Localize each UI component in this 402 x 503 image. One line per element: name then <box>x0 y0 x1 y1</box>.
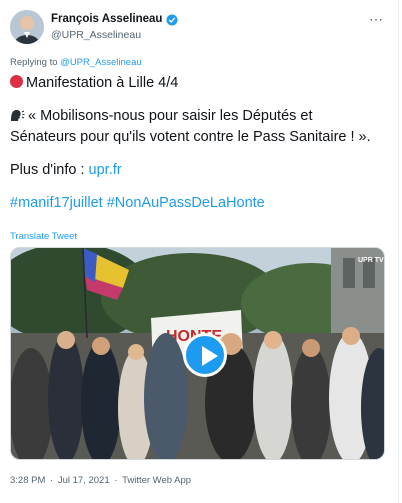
tweet-title: Manifestation à Lille 4/4 <box>26 75 179 91</box>
replying-to: Replying to @UPR_Asselineau <box>10 57 142 68</box>
replying-to-label: Replying to <box>10 57 58 68</box>
speaking-head-icon <box>10 108 25 122</box>
hashtag-link[interactable]: #manif17juillet <box>10 195 103 211</box>
tweet-line-title: Manifestation à Lille 4/4 <box>10 73 392 94</box>
verified-badge-icon <box>166 13 178 26</box>
meta-separator: · <box>47 475 56 486</box>
info-label: Plus d'info : <box>10 162 89 178</box>
translate-tweet-link[interactable]: Translate Tweet <box>10 231 77 242</box>
tweet-card: François Asselineau @UPR_Asselineau ⋯ Re… <box>0 0 399 503</box>
name-row: François Asselineau <box>51 13 178 26</box>
avatar[interactable] <box>10 10 44 44</box>
display-name[interactable]: François Asselineau <box>51 13 162 25</box>
tweet-text: Manifestation à Lille 4/4 « Mobilisons-n… <box>10 73 392 214</box>
info-link[interactable]: upr.fr <box>89 162 122 178</box>
tweet-line-hashtags: #manif17juillet #NonAuPassDeLaHonte <box>10 193 392 214</box>
play-icon[interactable] <box>183 333 227 377</box>
meta-separator: · <box>111 475 121 486</box>
hashtag-link[interactable]: #NonAuPassDeLaHonte <box>107 195 265 211</box>
video-watermark: UPR TV <box>358 257 384 264</box>
tweet-quote-line1: « Mobilisons-nous pour saisir les Député… <box>28 108 313 124</box>
user-handle[interactable]: @UPR_Asselineau <box>51 29 141 41</box>
tweet-date[interactable]: Jul 17, 2021 <box>58 475 110 486</box>
tweet-header: François Asselineau @UPR_Asselineau ⋯ <box>10 10 390 46</box>
tweet-source: Twitter Web App <box>122 475 192 486</box>
tweet-quote-line2: Sénateurs pour qu'ils votent contre le P… <box>10 129 371 145</box>
more-options-icon[interactable]: ⋯ <box>369 11 384 28</box>
tweet-meta: 3:28 PM · Jul 17, 2021 · Twitter Web App <box>10 475 193 486</box>
video-player[interactable]: HONTE UPR TV <box>10 247 385 460</box>
tweet-line-info: Plus d'info : upr.fr <box>10 160 392 181</box>
tweet-line-quote: « Mobilisons-nous pour saisir les Député… <box>10 106 392 127</box>
tweet-time[interactable]: 3:28 PM <box>10 475 45 486</box>
replying-to-handle[interactable]: @UPR_Asselineau <box>60 57 141 68</box>
red-circle-icon <box>10 75 23 88</box>
